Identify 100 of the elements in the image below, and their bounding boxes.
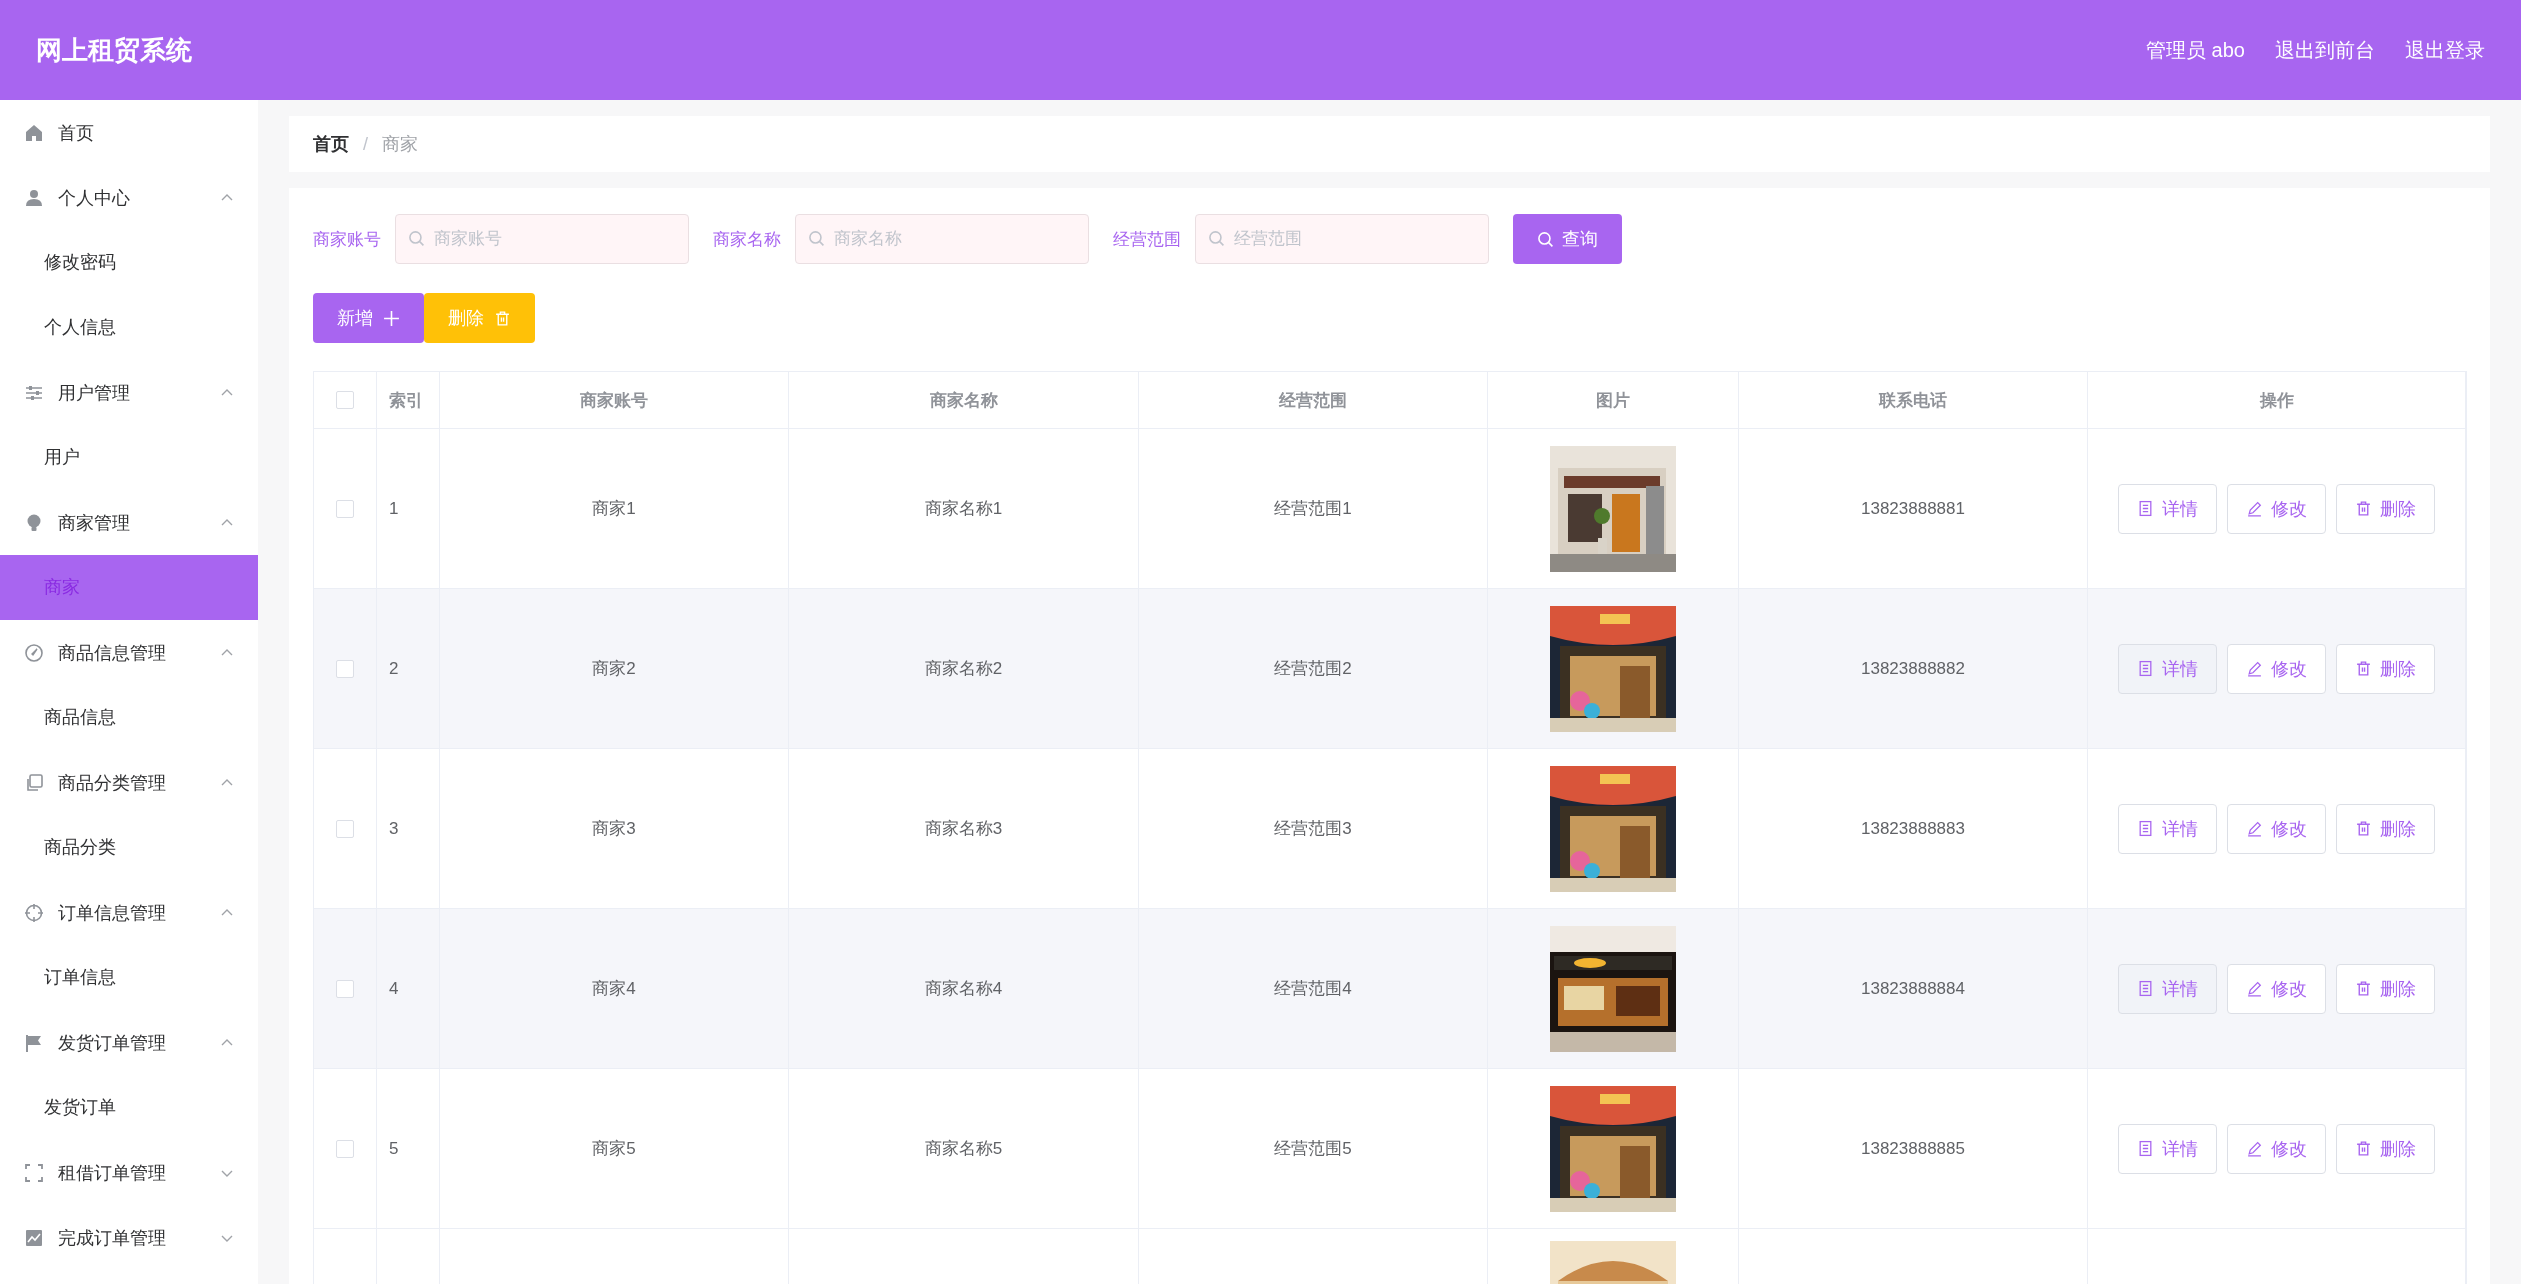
checkbox[interactable] [336,1139,354,1158]
submenu-item[interactable]: 个人信息 [0,295,258,360]
submenu-item[interactable]: 商品信息 [0,685,258,750]
details-button[interactable]: 详情 [2118,483,2217,534]
table-cell-text: 商家2 [592,658,636,680]
submenu-item[interactable]: 用户 [0,425,258,490]
user-icon [24,187,44,208]
checkbox[interactable] [336,819,354,838]
table-cell: 5 [389,1138,399,1159]
table-cell-text: 商家名称2 [924,658,1003,680]
checkbox[interactable] [336,499,354,518]
pencil-icon [2246,500,2263,517]
trash-icon [2355,500,2372,517]
home-icon [24,122,44,143]
breadcrumb-item: 商家 [382,133,418,156]
crosshair-icon [24,902,44,923]
delete-button[interactable]: 删除 [2336,643,2435,694]
details-button[interactable]: 详情 [2118,963,2217,1014]
chart-icon [24,1227,44,1248]
details-button[interactable]: 详情 [2118,643,2217,694]
table-cell-text: 经营范围3 [1274,818,1352,840]
table-cell-text: 经营范围4 [1274,978,1352,1000]
edit-button[interactable]: 修改 [2227,963,2326,1014]
search-field[interactable]: 商家名称 [795,214,1089,264]
column-header: 商家账号 [580,389,648,412]
table-cell-text: 经营范围2 [1274,658,1352,680]
pencil-icon [2246,980,2263,997]
table-cell-text: 经营范围5 [1274,1138,1352,1160]
menu-item[interactable]: 发货订单管理 [0,1010,258,1075]
menu-item[interactable]: 商家管理 [0,490,258,555]
search-button[interactable]: 查询 [1513,214,1622,264]
table-cell-text: 商家5 [592,1138,636,1160]
submenu-item[interactable]: 商品分类 [0,815,258,880]
details-button[interactable]: 详情 [2118,803,2217,854]
trash-icon [2355,820,2372,837]
menu-item[interactable]: 个人中心 [0,165,258,230]
checkbox[interactable] [336,391,354,409]
breadcrumb-item[interactable]: 首页 [313,132,349,156]
edit-button[interactable]: 修改 [2227,803,2326,854]
search-field[interactable]: 商家账号 [395,214,689,264]
user-label: 管理员 abo [2146,37,2245,63]
table-cell: 13823888885 [1861,1138,1965,1159]
table-cell-text: 商家4 [592,978,636,1000]
table-cell-text: 商家名称3 [924,818,1003,840]
trash-icon [2355,980,2372,997]
document-icon [2137,820,2154,837]
search-field[interactable]: 经营范围 [1195,214,1489,264]
delete-button[interactable]: 删除 [2336,963,2435,1014]
menu-item[interactable]: 商品信息管理 [0,620,258,685]
submenu-item[interactable]: 发货订单 [0,1075,258,1140]
edit-button[interactable]: 修改 [2227,1123,2326,1174]
menu-item[interactable]: 订单信息管理 [0,880,258,945]
pencil-icon [2246,820,2263,837]
document-icon [2137,500,2154,517]
document-icon [2137,660,2154,677]
table-cell: 1 [389,498,399,519]
field-label: 商家名称 [713,228,781,251]
table-cell: 13823888884 [1861,978,1965,999]
column-header: 商家名称 [929,389,998,412]
edit-button[interactable]: 修改 [2227,483,2326,534]
table-cell-text: 商家1 [592,498,636,520]
search-icon [1208,230,1225,247]
menu-item[interactable]: 完成订单管理 [0,1205,258,1270]
edit-button[interactable]: 修改 [2227,643,2326,694]
trash-icon [494,309,511,327]
submenu-item[interactable]: 修改密码 [0,230,258,295]
compass-icon [24,642,44,663]
checkbox[interactable] [336,659,354,678]
flag-icon [24,1032,44,1053]
menu-item[interactable]: 租借订单管理 [0,1140,258,1205]
menu-item[interactable]: 首页 [0,100,258,165]
app-title: 网上租贸系统 [36,33,192,67]
details-button[interactable]: 详情 [2118,1123,2217,1174]
add-button[interactable]: 新增 [313,293,424,343]
delete-button[interactable]: 删除 [2336,483,2435,534]
menu-item[interactable]: 商品分类管理 [0,750,258,815]
breadcrumb-separator: / [363,133,368,155]
submenu-item[interactable]: 订单信息 [0,945,258,1010]
search-icon [1537,230,1554,248]
table-cell: 2 [389,658,399,679]
column-header: 联系电话 [1879,389,1947,412]
trash-icon [2355,1140,2372,1157]
table-cell: 13823888882 [1861,658,1965,679]
table-cell-text: 经营范围1 [1274,498,1352,520]
search-icon [808,230,825,247]
pencil-icon [2246,1140,2263,1157]
pencil-icon [2246,660,2263,677]
header-link[interactable]: 退出到前台 [2275,36,2375,64]
plus-icon [383,309,400,327]
checkbox[interactable] [336,979,354,998]
document-icon [2137,980,2154,997]
copy-icon [24,772,44,793]
table-cell-text: 商家名称1 [924,498,1003,520]
delete-button[interactable]: 删除 [2336,803,2435,854]
delete-button[interactable]: 删除 [2336,1123,2435,1174]
menu-item[interactable]: 用户管理 [0,360,258,425]
table-cell: 4 [389,978,399,999]
table-cell-text: 商家名称4 [924,978,1003,1000]
table-cell: 13823888881 [1861,498,1965,519]
header-link[interactable]: 退出登录 [2405,36,2485,64]
